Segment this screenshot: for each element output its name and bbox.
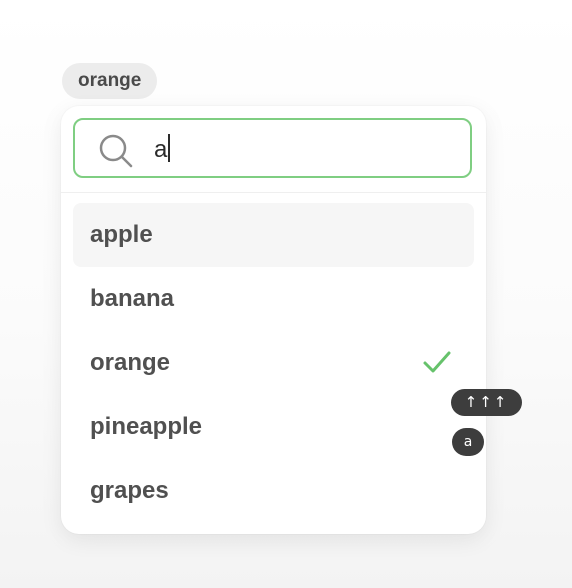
combobox-dropdown: a apple banana orange pineapple grapes	[61, 106, 486, 534]
option-label: pineapple	[90, 413, 203, 440]
option-grapes[interactable]: grapes	[73, 459, 474, 523]
option-banana[interactable]: banana	[73, 267, 474, 331]
option-orange[interactable]: orange	[73, 331, 474, 395]
option-label: grapes	[90, 477, 169, 504]
option-label: banana	[90, 285, 175, 312]
text-caret	[168, 134, 171, 162]
check-icon	[423, 351, 451, 373]
options-list: apple banana orange pineapple grapes	[73, 203, 474, 523]
search-input[interactable]: a	[73, 118, 472, 178]
keystroke-key-badge: a	[452, 428, 484, 456]
divider	[61, 192, 486, 193]
option-label: orange	[90, 349, 171, 376]
selected-value-chip[interactable]: orange	[62, 63, 158, 99]
option-label: apple	[90, 221, 153, 248]
option-pineapple[interactable]: pineapple	[73, 395, 474, 459]
option-apple[interactable]: apple	[73, 203, 474, 267]
keystroke-arrows-badge: ↑↑↑	[451, 389, 522, 416]
search-icon	[99, 134, 133, 168]
search-input-value[interactable]: a	[154, 134, 171, 165]
